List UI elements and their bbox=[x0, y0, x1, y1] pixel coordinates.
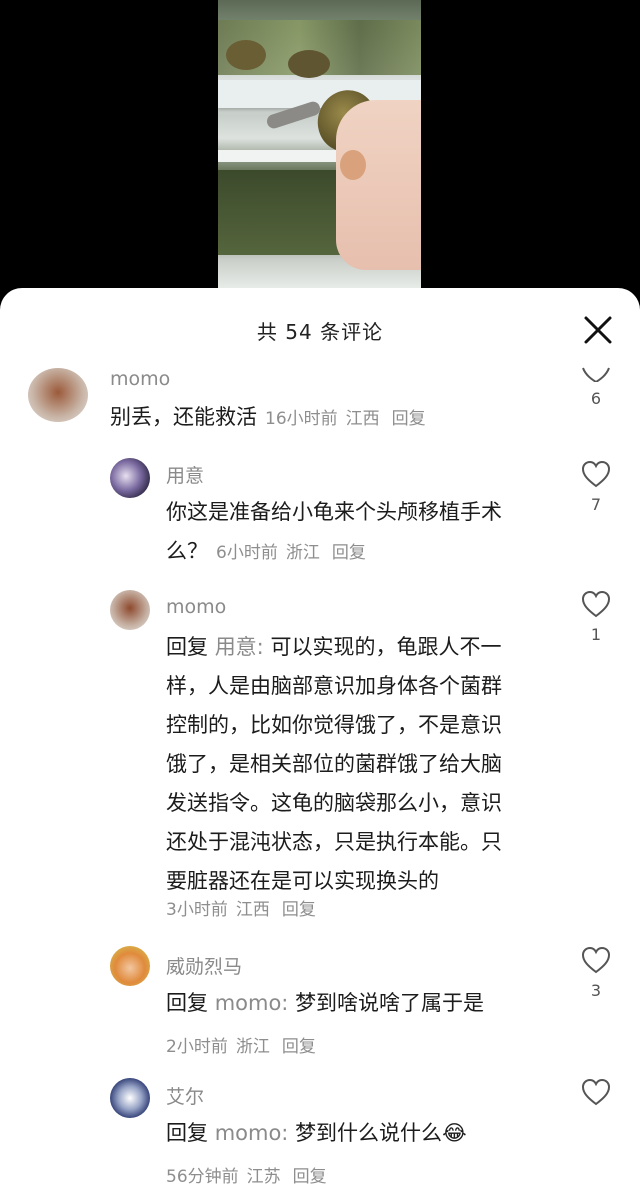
reply-button[interactable]: 回复 bbox=[282, 900, 316, 920]
reply-button[interactable]: 回复 bbox=[332, 543, 366, 563]
comment-line: 样，人是由脑部意识加身体各个菌群 bbox=[166, 674, 502, 698]
comment-text: 回复 momo: 梦到啥说啥了属于是 bbox=[166, 984, 484, 1023]
video-frame bbox=[218, 0, 421, 288]
reply-mention[interactable]: 用意: bbox=[215, 635, 264, 659]
heart-icon bbox=[582, 367, 610, 382]
reply-prefix: 回复 bbox=[166, 991, 208, 1015]
comment-text: 别丢，还能救活 16小时前 江西 回复 bbox=[110, 398, 426, 439]
comment-line: 饿了，是相关部位的菌群饿了给大脑 bbox=[166, 752, 502, 776]
reply-mention[interactable]: momo: bbox=[215, 1121, 289, 1145]
comment-item: 艾尔 回复 momo: 梦到什么说什么😂 56分钟前 江苏 回复 bbox=[0, 1068, 640, 1201]
comment-line: 发送指令。这龟的脑袋那么小，意识 bbox=[166, 791, 502, 815]
like-count: 6 bbox=[590, 389, 602, 408]
comment-location: 浙江 bbox=[285, 543, 320, 563]
reply-mention[interactable]: momo: bbox=[215, 991, 289, 1015]
avatar[interactable] bbox=[110, 458, 150, 498]
avatar[interactable] bbox=[110, 590, 150, 630]
reply-prefix: 回复 bbox=[166, 1121, 208, 1145]
comment-body: 梦到什么说什么 bbox=[295, 1121, 443, 1145]
comment-username[interactable]: momo bbox=[110, 368, 170, 390]
close-icon[interactable] bbox=[583, 315, 613, 345]
comments-sheet: 共 54 条评论 momo 别丢，还能救活 16小时前 江西 回复 6 用意 你这是准… bbox=[0, 288, 640, 1201]
comment-line: 可以实现的，龟跟人不一 bbox=[270, 635, 502, 659]
heart-icon bbox=[581, 1078, 611, 1106]
comment-location: 江西 bbox=[345, 409, 380, 429]
like-button[interactable]: 7 bbox=[580, 460, 612, 514]
comment-time: 6小时前 bbox=[216, 543, 278, 563]
comment-body: 别丢，还能救活 bbox=[110, 405, 257, 429]
reply-prefix: 回复 bbox=[166, 635, 208, 659]
like-button[interactable]: 1 bbox=[580, 590, 612, 644]
comment-meta: 56分钟前 江苏 回复 bbox=[166, 1162, 335, 1187]
comment-time: 2小时前 bbox=[166, 1037, 228, 1057]
comment-text: 回复 用意: 可以实现的，龟跟人不一 样，人是由脑部意识加身体各个菌群 控制的，… bbox=[166, 628, 502, 901]
reply-button[interactable]: 回复 bbox=[282, 1037, 316, 1057]
avatar[interactable] bbox=[110, 1078, 150, 1118]
comment-body: 你这是准备给小龟来个头颅移植手术 bbox=[166, 500, 502, 524]
comment-item: 威勋烈马 回复 momo: 梦到啥说啥了属于是 2小时前 浙江 回复 3 bbox=[0, 938, 640, 1068]
comment-meta: 6小时前 浙江 回复 bbox=[216, 543, 366, 563]
comment-line: 还处于混沌状态，只是执行本能。只 bbox=[166, 830, 502, 854]
comment-body-cont: 么？ bbox=[166, 539, 208, 563]
comment-count-title: 共 54 条评论 bbox=[256, 320, 384, 344]
like-button[interactable] bbox=[580, 1078, 612, 1106]
comment-text: 回复 momo: 梦到什么说什么😂 bbox=[166, 1114, 467, 1153]
like-count: 3 bbox=[590, 981, 602, 1000]
laughing-crying-emoji-icon: 😂 bbox=[442, 1121, 467, 1145]
heart-icon bbox=[581, 460, 611, 488]
comment-location: 浙江 bbox=[235, 1037, 270, 1057]
like-button[interactable]: 3 bbox=[580, 946, 612, 1000]
avatar[interactable] bbox=[28, 368, 88, 422]
heart-icon bbox=[581, 946, 611, 974]
comment-time: 16小时前 bbox=[265, 409, 338, 429]
comment-meta: 16小时前 江西 回复 bbox=[265, 409, 426, 429]
like-count: 7 bbox=[590, 495, 602, 514]
reply-button[interactable]: 回复 bbox=[392, 409, 426, 429]
heart-icon bbox=[581, 590, 611, 618]
comment-meta: 3小时前 江西 回复 bbox=[166, 895, 324, 920]
comment-item: momo 回复 用意: 可以实现的，龟跟人不一 样，人是由脑部意识加身体各个菌群… bbox=[0, 582, 640, 932]
like-count: 1 bbox=[590, 625, 602, 644]
comment-line: 控制的，比如你觉得饿了，不是意识 bbox=[166, 713, 502, 737]
like-button[interactable]: 6 bbox=[580, 366, 612, 408]
comment-meta: 2小时前 浙江 回复 bbox=[166, 1032, 324, 1057]
reply-button[interactable]: 回复 bbox=[293, 1167, 327, 1187]
comment-item: 用意 你这是准备给小龟来个头颅移植手术 么？ 6小时前 浙江 回复 7 bbox=[0, 452, 640, 582]
avatar[interactable] bbox=[110, 946, 150, 986]
comment-time: 3小时前 bbox=[166, 900, 228, 920]
comment-time: 56分钟前 bbox=[166, 1167, 239, 1187]
comment-location: 江西 bbox=[235, 900, 270, 920]
comment-location: 江苏 bbox=[246, 1167, 281, 1187]
comment-username[interactable]: 艾尔 bbox=[166, 1082, 204, 1109]
comment-item: momo 别丢，还能救活 16小时前 江西 回复 6 bbox=[0, 356, 640, 446]
comment-username[interactable]: momo bbox=[166, 596, 226, 618]
comment-body: 梦到啥说啥了属于是 bbox=[295, 991, 485, 1015]
comment-text: 你这是准备给小龟来个头颅移植手术 么？ 6小时前 浙江 回复 bbox=[166, 493, 502, 573]
comment-username[interactable]: 用意 bbox=[166, 461, 204, 488]
video-player[interactable] bbox=[0, 0, 640, 300]
comment-username[interactable]: 威勋烈马 bbox=[166, 952, 242, 979]
